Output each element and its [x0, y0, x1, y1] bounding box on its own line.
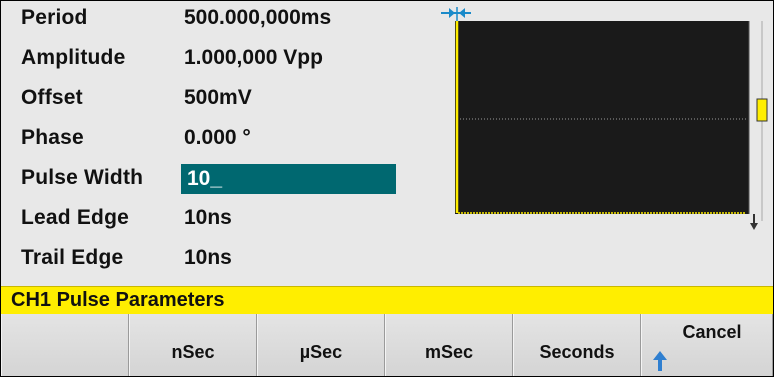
nsec-button[interactable]: nSec — [129, 314, 257, 376]
usec-button[interactable]: µSec — [257, 314, 385, 376]
cancel-label: Cancel — [682, 322, 742, 342]
scroll-indicator-thumb[interactable] — [756, 98, 768, 122]
cancel-button[interactable]: Cancel — [641, 314, 773, 376]
phase-value[interactable]: 0.000 ° — [184, 126, 251, 150]
usec-label: µSec — [299, 342, 343, 362]
waveform-preview — [441, 1, 773, 241]
param-row-trail-edge[interactable]: Trail Edge 10ns — [1, 243, 421, 278]
offset-label: Offset — [21, 86, 83, 109]
trail-edge-value[interactable]: 10ns — [184, 246, 232, 270]
pulse-width-input[interactable]: 10_ — [181, 164, 396, 194]
nsec-label: nSec — [171, 342, 215, 362]
down-arrow-icon — [750, 214, 758, 230]
phase-label: Phase — [21, 126, 84, 149]
seconds-button[interactable]: Seconds — [513, 314, 641, 376]
lead-edge-label: Lead Edge — [21, 206, 129, 229]
param-row-lead-edge[interactable]: Lead Edge 10ns — [1, 203, 421, 238]
up-arrow-icon — [653, 351, 667, 371]
amplitude-value[interactable]: 1.000,000 Vpp — [184, 46, 323, 70]
waveform-display — [441, 7, 768, 230]
softkey-bar: nSec µSec mSec Seconds Cancel — [1, 314, 773, 376]
lead-edge-value[interactable]: 10ns — [184, 206, 232, 230]
param-row-period[interactable]: Period 500.000,000ms — [1, 3, 421, 38]
period-label: Period — [21, 6, 88, 29]
softkey-1[interactable] — [1, 314, 129, 376]
period-value[interactable]: 500.000,000ms — [184, 6, 331, 30]
pulse-width-label: Pulse Width — [21, 166, 144, 189]
parameter-panel: Period 500.000,000ms Amplitude 1.000,000… — [1, 1, 773, 286]
instrument-screen: Period 500.000,000ms Amplitude 1.000,000… — [0, 0, 774, 377]
msec-label: mSec — [424, 342, 474, 362]
amplitude-label: Amplitude — [21, 46, 126, 69]
offset-value[interactable]: 500mV — [184, 86, 252, 110]
msec-button[interactable]: mSec — [385, 314, 513, 376]
trail-edge-label: Trail Edge — [21, 246, 124, 269]
param-row-pulse-width[interactable]: Pulse Width 10_ — [1, 163, 421, 198]
scope-background — [455, 21, 749, 214]
menu-title: CH1 Pulse Parameters — [11, 289, 225, 311]
seconds-label: Seconds — [539, 342, 615, 362]
param-row-phase[interactable]: Phase 0.000 ° — [1, 123, 421, 158]
param-row-amplitude[interactable]: Amplitude 1.000,000 Vpp — [1, 43, 421, 78]
param-row-offset[interactable]: Offset 500mV — [1, 83, 421, 118]
pulse-width-marker-icon — [441, 7, 471, 21]
menu-title-bar: CH1 Pulse Parameters — [1, 286, 773, 314]
